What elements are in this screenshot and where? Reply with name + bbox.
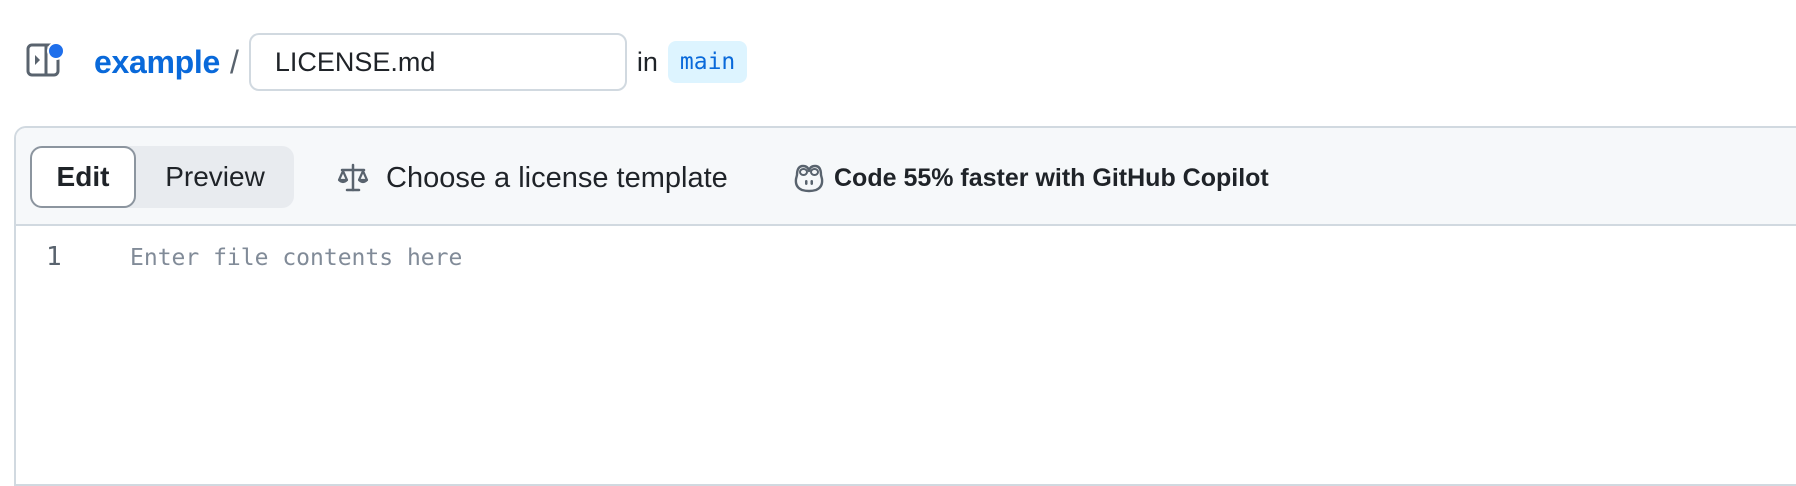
law-scale-icon bbox=[336, 161, 370, 195]
branch-badge[interactable]: main bbox=[667, 41, 748, 83]
file-editor: Edit Preview Choose a license template C… bbox=[14, 126, 1796, 486]
file-header: example / in main bbox=[0, 0, 1796, 126]
license-template-label: Choose a license template bbox=[386, 161, 728, 194]
sidebar-expand-icon[interactable] bbox=[26, 40, 66, 80]
filename-input[interactable] bbox=[248, 33, 627, 91]
repo-link[interactable]: example bbox=[94, 44, 220, 81]
copilot-label: Code 55% faster with GitHub Copilot bbox=[834, 163, 1269, 192]
copilot-icon bbox=[792, 161, 826, 195]
tab-preview[interactable]: Preview bbox=[140, 146, 290, 208]
in-label: in bbox=[636, 46, 658, 77]
breadcrumb: example / in main bbox=[94, 30, 748, 94]
editor-toolbar: Edit Preview Choose a license template C… bbox=[16, 128, 1796, 226]
choose-license-template-button[interactable]: Choose a license template bbox=[336, 158, 728, 198]
notification-dot bbox=[47, 42, 65, 60]
copilot-promo-link[interactable]: Code 55% faster with GitHub Copilot bbox=[792, 158, 1269, 198]
edit-preview-toggle: Edit Preview bbox=[30, 146, 294, 208]
code-area: 1 bbox=[16, 226, 1796, 484]
breadcrumb-separator: / bbox=[229, 43, 239, 80]
tab-edit[interactable]: Edit bbox=[30, 146, 136, 208]
line-number: 1 bbox=[46, 242, 62, 272]
file-contents-input[interactable] bbox=[130, 240, 1730, 276]
